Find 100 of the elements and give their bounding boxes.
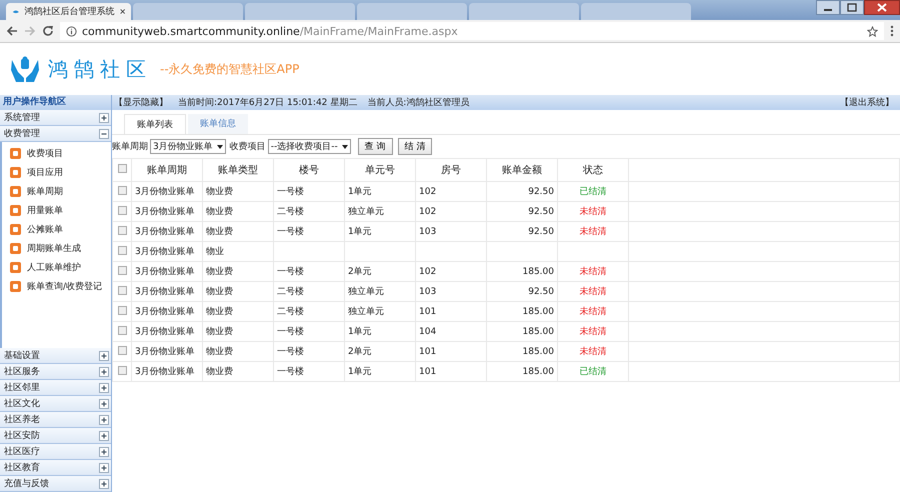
logo-text: 鸿鹄社区 — [48, 56, 152, 82]
table-cell: 独立单元 — [348, 207, 384, 217]
status-text: 未结清 — [580, 207, 606, 217]
logout-link[interactable]: 【退出系统】 — [840, 96, 894, 109]
action-button[interactable]: 查 询 — [358, 138, 393, 155]
column-header: 状态 — [558, 158, 628, 182]
plus-icon[interactable] — [99, 382, 109, 392]
minimize-icon[interactable] — [816, 0, 840, 15]
table-cell: 185.00 — [522, 266, 554, 276]
status-text: 未结清 — [580, 227, 606, 237]
toggle-link[interactable]: 【显示隐藏】 — [114, 96, 168, 109]
sidebar-item[interactable]: 用量账单 — [27, 204, 63, 217]
status-text: 未结清 — [580, 307, 606, 317]
plus-icon[interactable] — [99, 478, 109, 488]
table-cell: 92.50 — [528, 226, 554, 236]
sidebar-item[interactable]: 人工账单维护 — [27, 261, 81, 274]
checkbox[interactable] — [118, 266, 126, 274]
checkbox[interactable] — [118, 226, 126, 234]
close-icon[interactable] — [864, 0, 900, 15]
table-cell: 3月份物业账单 — [135, 247, 195, 257]
table-cell: 3月份物业账单 — [135, 307, 195, 317]
sidebar-group[interactable]: 系统管理 — [0, 110, 111, 126]
reload-icon[interactable] — [42, 25, 54, 37]
column-header: 单元号 — [344, 158, 416, 182]
plus-icon[interactable] — [99, 446, 109, 456]
checkbox[interactable] — [118, 346, 126, 354]
sidebar-group[interactable]: 社区文化 — [0, 396, 111, 412]
table-cell: 物业费 — [206, 307, 233, 317]
plus-icon[interactable] — [99, 398, 109, 408]
period-dropdown[interactable]: 3月份物业账单 — [150, 139, 226, 154]
table-cell: 185.00 — [522, 346, 554, 356]
sidebar-item[interactable]: 账单查询/收费登记 — [27, 280, 102, 293]
action-button[interactable]: 结 清 — [398, 138, 432, 155]
column-header: 账单周期 — [132, 158, 202, 182]
sidebar-item[interactable]: 项目应用 — [27, 166, 63, 179]
table-cell: 3月份物业账单 — [135, 287, 195, 297]
table-cell: 101 — [419, 346, 436, 356]
plus-icon[interactable] — [99, 366, 109, 376]
sidebar-item[interactable]: 周期账单生成 — [27, 242, 81, 255]
document-icon — [10, 167, 21, 178]
table-cell: 独立单元 — [348, 287, 384, 297]
info-icon — [66, 26, 77, 36]
sidebar-group[interactable]: 社区服务 — [0, 364, 111, 380]
plus-icon[interactable] — [99, 112, 109, 122]
sidebar-group[interactable]: 社区医疗 — [0, 444, 111, 460]
table-cell: 物业费 — [206, 347, 233, 357]
star-icon[interactable] — [867, 26, 878, 36]
table-cell: 独立单元 — [348, 307, 384, 317]
checkbox[interactable] — [118, 186, 126, 194]
sidebar-group[interactable]: 充值与反馈 — [0, 476, 111, 492]
table-cell: 102 — [419, 206, 436, 216]
sidebar-group[interactable]: 社区养老 — [0, 412, 111, 428]
checkbox[interactable] — [118, 246, 126, 254]
table-cell: 103 — [419, 286, 436, 296]
sidebar-group[interactable]: 社区教育 — [0, 460, 111, 476]
table-cell: 物业费 — [206, 227, 233, 237]
table-cell: 3月份物业账单 — [135, 267, 195, 277]
checkbox[interactable] — [118, 286, 126, 294]
status-text: 未结清 — [580, 327, 606, 337]
table-cell: 3月份物业账单 — [135, 187, 195, 197]
sidebar-group[interactable]: 基础设置 — [0, 348, 111, 364]
maximize-icon[interactable] — [840, 0, 864, 15]
minus-icon[interactable] — [99, 128, 109, 138]
checkbox[interactable] — [118, 306, 126, 314]
sidebar-group[interactable]: 社区邻里 — [0, 380, 111, 396]
browser-tab[interactable]: 鸿鹄社区后台管理系统 — [6, 3, 131, 20]
checkbox[interactable] — [118, 206, 126, 214]
sidebar-title: 用户操作导航区 — [0, 95, 111, 110]
table-cell: 物业 — [206, 247, 224, 257]
back-icon[interactable] — [6, 25, 18, 37]
sidebar-group[interactable]: 收费管理 — [0, 126, 111, 142]
table-cell: 2单元 — [348, 347, 372, 357]
tab[interactable]: 账单信息 — [188, 114, 248, 134]
table-cell: 一号楼 — [277, 227, 304, 237]
table-cell: 一号楼 — [277, 187, 304, 197]
plus-icon[interactable] — [99, 430, 109, 440]
checkbox[interactable] — [118, 366, 126, 374]
sidebar-item[interactable]: 账单周期 — [27, 185, 63, 198]
checkbox[interactable] — [118, 164, 126, 173]
close-icon[interactable] — [120, 8, 125, 15]
table-cell: 一号楼 — [277, 267, 304, 277]
sidebar-item[interactable]: 公摊账单 — [27, 223, 63, 236]
address-bar[interactable]: communityweb.smartcommunity.online/MainFrame/MainFrame.aspx — [60, 22, 884, 40]
table-cell: 二号楼 — [277, 207, 304, 217]
status-text: 未结清 — [580, 267, 606, 277]
sidebar-group[interactable]: 社区安防 — [0, 428, 111, 444]
table-cell: 3月份物业账单 — [135, 207, 195, 217]
status-text: 未结清 — [580, 347, 606, 357]
checkbox[interactable] — [118, 326, 126, 334]
table-cell: 物业费 — [206, 327, 233, 337]
current-user: 当前人员:鸿鹄社区管理员 — [367, 96, 470, 109]
tab[interactable]: 账单列表 — [124, 114, 186, 134]
plus-icon[interactable] — [99, 414, 109, 424]
table-cell: 一号楼 — [277, 347, 304, 357]
item-dropdown[interactable]: --选择收费项目-- — [268, 139, 351, 154]
plus-icon[interactable] — [99, 462, 109, 472]
sidebar-item[interactable]: 收费项目 — [27, 147, 63, 160]
plus-icon[interactable] — [99, 350, 109, 360]
menu-icon[interactable] — [890, 25, 894, 37]
table-cell: 3月份物业账单 — [135, 367, 195, 377]
